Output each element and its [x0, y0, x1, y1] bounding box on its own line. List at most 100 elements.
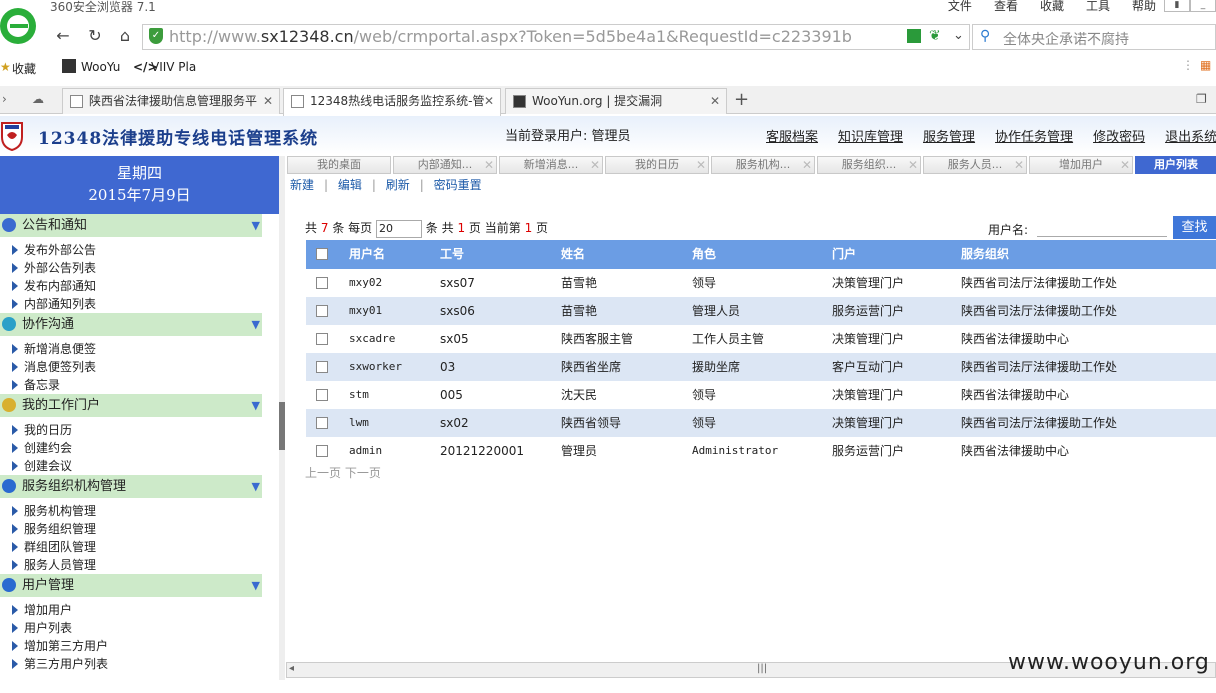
close-icon[interactable]: ✕	[908, 157, 918, 173]
menu-tools[interactable]: 工具	[1086, 0, 1110, 12]
col-portal[interactable]: 门户	[832, 240, 856, 268]
col-role[interactable]: 角色	[692, 240, 716, 268]
table-row[interactable]: mxy02 sxs07 苗雪艳 领导 决策管理门户 陕西省司法厅法律援助工作处	[306, 269, 1216, 297]
table-row[interactable]: sxcadre sx05 陕西客服主管 工作人员主管 决策管理门户 陕西省法律援助中心	[306, 325, 1216, 353]
nav-item[interactable]: 备忘录	[10, 376, 60, 394]
close-icon[interactable]: ✕	[802, 157, 812, 173]
close-icon[interactable]: ✕	[484, 89, 494, 113]
bookmark-favorites[interactable]: 收藏	[12, 60, 36, 77]
col-username[interactable]: 用户名	[349, 240, 385, 268]
col-name[interactable]: 姓名	[561, 240, 585, 268]
nav-item[interactable]: 发布外部公告	[10, 241, 96, 259]
edit-button[interactable]: 编辑	[338, 178, 362, 192]
per-page-input[interactable]: 20	[375, 219, 422, 238]
nav-item[interactable]: 发布内部通知	[10, 277, 96, 295]
nav-section[interactable]: 服务组织机构管理 ▼	[0, 475, 262, 498]
nav-item[interactable]: 外部公告列表	[10, 259, 96, 277]
row-checkbox[interactable]	[316, 361, 328, 373]
close-icon[interactable]: ✕	[1120, 157, 1130, 173]
chevron-down-icon[interactable]: ▼	[252, 313, 260, 336]
nav-item[interactable]: 用户列表	[10, 619, 72, 637]
select-all-checkbox[interactable]	[316, 248, 328, 260]
prev-next-links[interactable]: 上一页 下一页	[305, 464, 381, 481]
table-row[interactable]: sxworker 03 陕西省坐席 援助坐席 客户互动门户 陕西省司法厅法律援助工作处	[306, 353, 1216, 381]
panel-splitter[interactable]	[279, 402, 285, 450]
nav-task-management[interactable]: 协作任务管理	[995, 126, 1073, 145]
chevron-down-icon[interactable]: ▼	[252, 475, 260, 498]
nav-customer-archive[interactable]: 客服档案	[766, 126, 818, 145]
leaf-icon[interactable]: ❦	[929, 28, 941, 44]
table-row[interactable]: stm 005 沈天民 领导 决策管理门户 陕西省法律援助中心	[306, 381, 1216, 409]
nav-item[interactable]: 创建约会	[10, 439, 72, 457]
menu-view[interactable]: 查看	[994, 0, 1018, 12]
chevron-down-icon[interactable]: ▼	[252, 394, 260, 417]
search-icon[interactable]: ⚲	[980, 28, 990, 44]
browser-tab-3[interactable]: WooYun.org | 提交漏洞 ✕	[505, 88, 727, 114]
find-button[interactable]: 查找	[1173, 216, 1216, 239]
nav-item[interactable]: 增加用户	[10, 601, 72, 619]
restore-icon[interactable]: ❐	[1196, 92, 1207, 106]
inner-tab[interactable]: 服务机构... ✕	[711, 156, 815, 174]
search-input[interactable]: 全体央企承诺不腐持	[1003, 29, 1129, 49]
refresh-icon[interactable]: ↻	[82, 23, 108, 49]
nav-item[interactable]: 增加第三方用户	[10, 637, 108, 655]
pin-icon[interactable]: ▮	[1164, 0, 1190, 12]
bookmark-wooyun[interactable]: WooYu	[81, 60, 120, 74]
nav-logout[interactable]: 退出系统	[1165, 126, 1216, 145]
home-icon[interactable]: ⌂	[112, 23, 138, 49]
nav-section[interactable]: 用户管理 ▼	[0, 574, 262, 597]
more-icon[interactable]: ⋮	[1182, 58, 1194, 72]
row-checkbox[interactable]	[316, 389, 328, 401]
nav-service-management[interactable]: 服务管理	[923, 126, 975, 145]
nav-section[interactable]: 公告和通知 ▼	[0, 214, 262, 237]
row-checkbox[interactable]	[316, 333, 328, 345]
nav-item[interactable]: 消息便签列表	[10, 358, 96, 376]
row-checkbox[interactable]	[316, 305, 328, 317]
close-icon[interactable]: ✕	[590, 157, 600, 173]
refresh-button[interactable]: 刷新	[386, 178, 410, 192]
inner-tab[interactable]: 我的日历 ✕	[605, 156, 709, 174]
close-icon[interactable]: ✕	[696, 157, 706, 173]
nav-item[interactable]: 创建会议	[10, 457, 72, 475]
menu-help[interactable]: 帮助	[1132, 0, 1156, 12]
close-icon[interactable]: ✕	[710, 89, 720, 113]
close-icon[interactable]: ✕	[263, 89, 273, 113]
nav-knowledge-base[interactable]: 知识库管理	[838, 126, 903, 145]
nav-change-password[interactable]: 修改密码	[1093, 126, 1145, 145]
chevron-down-icon[interactable]: ▼	[252, 574, 260, 597]
table-row[interactable]: admin 20121220001 管理员 Administrator 服务运营门户 陕西…	[306, 437, 1216, 465]
nav-item[interactable]: 新增消息便签	[10, 340, 96, 358]
browser-tab-1[interactable]: 陕西省法律援助信息管理服务平 ✕	[62, 88, 280, 114]
new-tab-icon[interactable]: +	[734, 89, 749, 110]
menu-file[interactable]: 文件	[948, 0, 972, 12]
close-icon[interactable]: ✕	[1014, 157, 1024, 173]
inner-tab[interactable]: 增加用户 ✕	[1029, 156, 1133, 174]
nav-item[interactable]: 服务机构管理	[10, 502, 96, 520]
nav-item[interactable]: 群组团队管理	[10, 538, 96, 556]
col-organization[interactable]: 服务组织	[961, 240, 1009, 268]
row-checkbox[interactable]	[316, 445, 328, 457]
nav-item[interactable]: 服务人员管理	[10, 556, 96, 574]
table-row[interactable]: mxy01 sxs06 苗雪艳 管理人员 服务运营门户 陕西省司法厅法律援助工作处	[306, 297, 1216, 325]
username-input[interactable]	[1037, 218, 1167, 237]
col-employee-id[interactable]: 工号	[440, 240, 464, 268]
address-bar[interactable]: ✓ http://www.sx12348.cn/web/crmportal.as…	[142, 24, 970, 50]
inner-tab[interactable]: 服务组织... ✕	[817, 156, 921, 174]
nav-section[interactable]: 我的工作门户 ▼	[0, 394, 262, 417]
reset-password-button[interactable]: 密码重置	[434, 178, 482, 192]
browser-tab-2[interactable]: 12348热线电话服务监控系统-管 ✕	[283, 88, 501, 116]
minimize-icon[interactable]: _	[1190, 0, 1216, 12]
menu-favorites[interactable]: 收藏	[1040, 0, 1064, 12]
cloud-icon[interactable]: ☁	[32, 92, 44, 106]
new-button[interactable]: 新建	[290, 178, 314, 192]
scroll-left-icon[interactable]: ◂	[289, 663, 294, 674]
row-checkbox[interactable]	[316, 417, 328, 429]
tab-scroll-left-icon[interactable]: ›	[2, 92, 7, 106]
url-text[interactable]: http://www.sx12348.cn/web/crmportal.aspx…	[169, 28, 852, 46]
bookmark-viiv[interactable]: VIIV Pla	[151, 60, 196, 74]
close-icon[interactable]: ✕	[484, 157, 494, 173]
inner-tab[interactable]: 新增消息... ✕	[499, 156, 603, 174]
chevron-down-icon[interactable]: ▼	[252, 214, 260, 237]
apps-icon[interactable]: ▦	[1200, 58, 1211, 72]
scroll-grip-icon[interactable]: |||	[757, 663, 767, 674]
